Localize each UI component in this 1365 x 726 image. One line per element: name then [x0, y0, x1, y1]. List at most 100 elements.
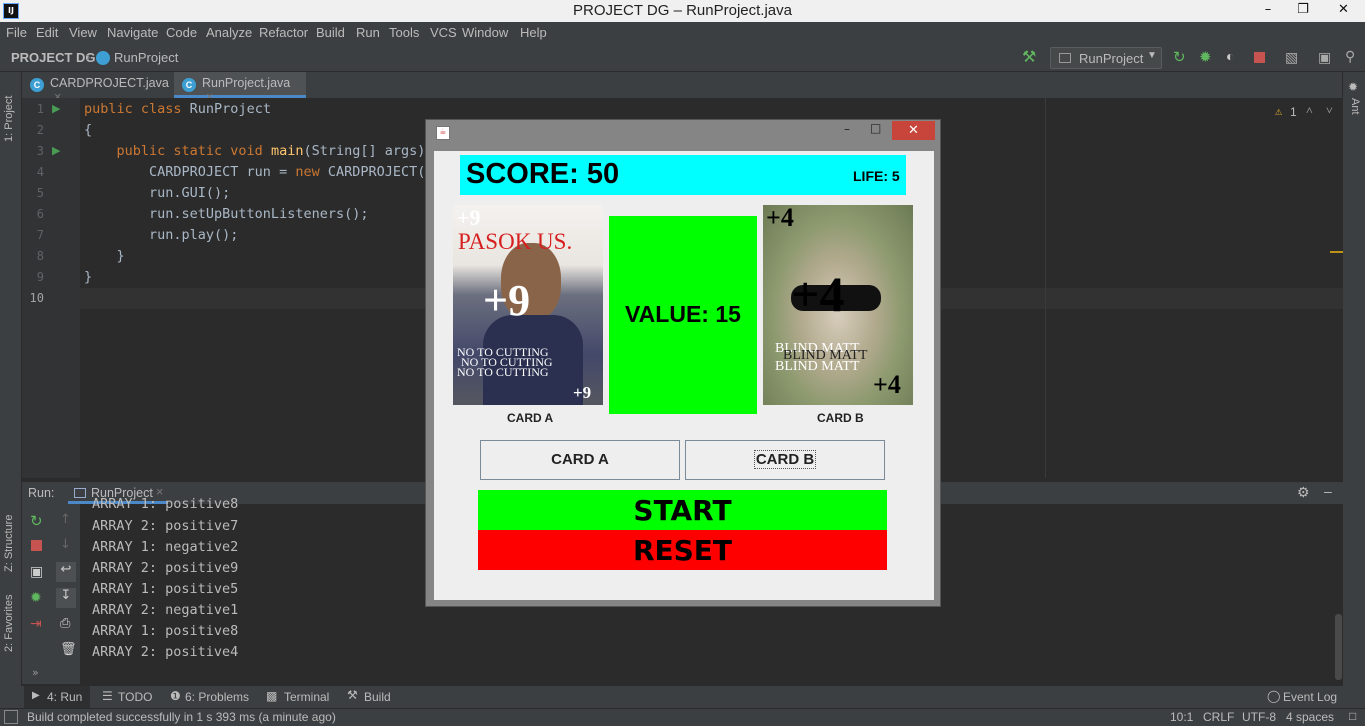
card-a-button[interactable]: CARD A [480, 440, 680, 480]
camera-icon[interactable]: ▣ [30, 564, 43, 580]
build-hammer-icon[interactable]: ⚒ [1022, 47, 1036, 67]
structure-tool-tab[interactable]: Z: Structure [3, 492, 15, 572]
menu-file[interactable]: File [6, 25, 27, 40]
console-line: ARRAY 1: positive5 [92, 581, 239, 597]
coverage-icon[interactable]: ◐ [1226, 48, 1234, 64]
code-function: main [270, 143, 304, 159]
card-a-center-value: +9 [483, 276, 531, 325]
tab-terminal[interactable]: Terminal [284, 690, 329, 704]
minimize-icon[interactable]: – [844, 122, 850, 136]
status-toggle-icon[interactable] [4, 710, 18, 724]
code-line: run.setUpButtonListeners(); [84, 206, 369, 222]
card-b-center-value: +4 [791, 266, 845, 322]
stop-icon[interactable] [1254, 52, 1265, 63]
left-tool-strip: 1: Project Z: Structure 2: Favorites [0, 72, 22, 708]
scroll-to-end-icon[interactable]: ↧ [56, 588, 76, 608]
menu-edit[interactable]: Edit [36, 25, 58, 40]
console-line: ARRAY 2: positive4 [92, 644, 239, 660]
card-b-button[interactable]: CARD B [685, 440, 885, 480]
console-scrollbar[interactable] [1335, 614, 1342, 680]
arrow-down-icon[interactable]: ↓ [60, 537, 71, 552]
layout-icon[interactable]: ▣ [1318, 49, 1331, 66]
project-tool-tab[interactable]: 1: Project [3, 62, 15, 142]
card-b-caption: CARD B [817, 411, 864, 425]
run-config-dropdown[interactable]: RunProject ▼ [1050, 47, 1162, 69]
stop-icon[interactable] [31, 540, 42, 551]
tab-problems[interactable]: 6: Problems [185, 690, 249, 704]
console-icon [74, 488, 86, 498]
trash-icon[interactable]: 🗑 [60, 642, 77, 657]
warning-icon[interactable]: ⚠ [1275, 104, 1282, 118]
navigation-bar: PROJECT DG › RunProject ⚒ RunProject ▼ ↻… [0, 44, 1365, 72]
soft-wrap-icon[interactable]: ↩ [56, 562, 76, 582]
arrow-up-icon[interactable]: ↑ [60, 512, 71, 527]
console-line: ARRAY 1: negative2 [92, 539, 239, 555]
project-structure-icon[interactable]: ▧ [1285, 49, 1298, 66]
gear-icon[interactable]: ⚙ [1297, 484, 1310, 501]
code-line: CARDPROJECT run = new CARDPROJECT( [84, 164, 425, 180]
card-b-image: +4 +4 BLIND MATT BLIND MATT BLIND MATT +… [763, 205, 913, 405]
menu-help[interactable]: Help [520, 25, 547, 40]
code-keyword: new [295, 164, 328, 180]
ant-icon[interactable]: ✹ [1348, 80, 1358, 94]
ant-tool-tab[interactable]: Ant [1349, 98, 1361, 115]
breadcrumb-project[interactable]: PROJECT DG [11, 50, 96, 65]
breadcrumb-file[interactable]: RunProject [114, 50, 178, 65]
maximize-icon[interactable]: ❐ [1288, 0, 1318, 20]
maximize-icon[interactable]: □ [870, 121, 881, 135]
start-button[interactable]: START [478, 490, 887, 530]
tab-runproject[interactable]: C RunProject.java × [174, 72, 306, 104]
card-b-corner-value: +4 [873, 370, 901, 399]
search-icon[interactable]: ⚲ [1345, 48, 1355, 65]
code-line: } [84, 269, 93, 285]
code-line: } [84, 248, 125, 264]
menu-window[interactable]: Window [462, 25, 508, 40]
reset-button[interactable]: RESET [478, 530, 887, 570]
close-icon[interactable]: ✕ [1322, 0, 1365, 20]
line-separator[interactable]: CRLF [1203, 710, 1234, 724]
debug-bug-icon[interactable]: ✹ [30, 590, 42, 606]
line-number: 9 [36, 270, 44, 284]
menu-vcs[interactable]: VCS [430, 25, 457, 40]
game-window: ☕ – □ ✕ SCORE: 50 LIFE: 5 +9 PASOK US. +… [425, 119, 941, 607]
caret-position[interactable]: 10:1 [1170, 710, 1193, 724]
menu-build[interactable]: Build [316, 25, 345, 40]
chevron-up-icon[interactable]: ˄ [1306, 103, 1313, 118]
menu-refactor[interactable]: Refactor [259, 25, 308, 40]
status-message[interactable]: Build completed successfully in 1 s 393 … [27, 710, 336, 724]
window-titlebar: IJ PROJECT DG – RunProject.java – ❐ ✕ [0, 0, 1365, 22]
tab-run[interactable]: ▶ 4: Run [24, 686, 90, 708]
menu-tools[interactable]: Tools [389, 25, 419, 40]
tab-cardproject[interactable]: C CARDPROJECT.java × [22, 72, 172, 104]
menu-analyze[interactable]: Analyze [206, 25, 252, 40]
menu-run[interactable]: Run [356, 25, 380, 40]
tab-build[interactable]: Build [364, 690, 391, 704]
tab-todo[interactable]: TODO [118, 690, 152, 704]
run-gutter-icon[interactable]: ▶ [52, 102, 60, 115]
hide-panel-icon[interactable]: – [1324, 483, 1332, 499]
tab-event-log[interactable]: Event Log [1283, 690, 1337, 704]
java-class-icon: C [30, 78, 44, 92]
minimize-icon[interactable]: – [1253, 0, 1283, 20]
debug-bug-icon[interactable]: ✹ [1199, 48, 1212, 66]
card-b-button-label: CARD B [753, 450, 817, 469]
indent-setting[interactable]: 4 spaces [1286, 710, 1334, 724]
rerun-icon[interactable]: ↻ [1173, 48, 1186, 66]
run-gutter-icon[interactable]: ▶ [52, 144, 60, 157]
rerun-icon[interactable]: ↻ [30, 512, 43, 530]
lock-icon[interactable]: □ [1349, 709, 1356, 723]
print-icon[interactable]: ⎙ [60, 616, 70, 631]
line-number: 8 [36, 249, 44, 263]
favorites-tool-tab[interactable]: 2: Favorites [3, 572, 15, 652]
card-a-bottom-text: NO TO CUTTING [457, 365, 549, 379]
menu-navigate[interactable]: Navigate [107, 25, 158, 40]
more-icon[interactable]: » [32, 666, 39, 679]
menu-code[interactable]: Code [166, 25, 197, 40]
card-a-corner-value: +9 [457, 205, 481, 230]
warning-stripe-marker[interactable] [1330, 251, 1343, 253]
close-icon[interactable]: ✕ [892, 121, 935, 140]
menu-view[interactable]: View [69, 25, 97, 40]
file-encoding[interactable]: UTF-8 [1242, 710, 1276, 724]
chevron-down-icon[interactable]: ˅ [1326, 103, 1333, 118]
exit-icon[interactable]: ⇥ [30, 616, 42, 632]
